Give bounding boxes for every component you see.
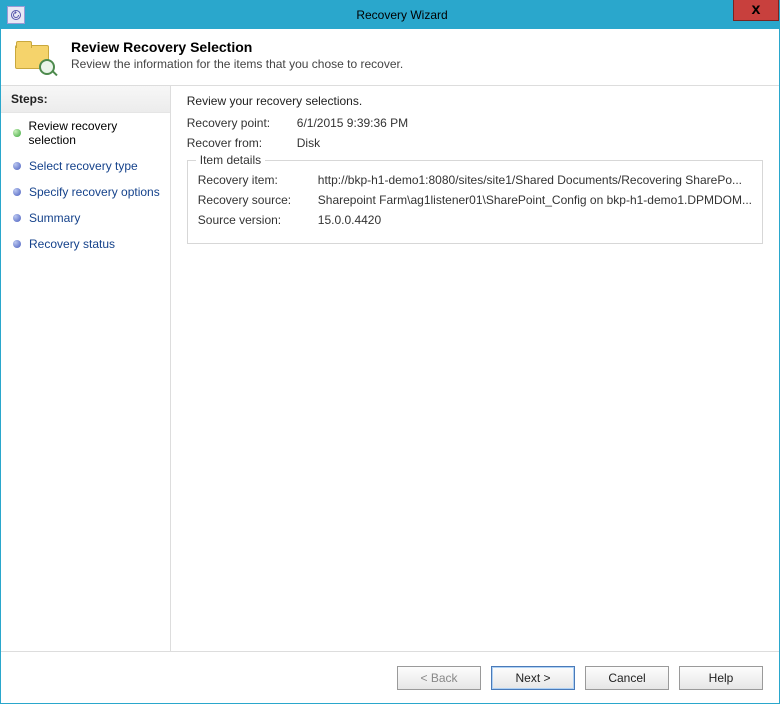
step-0[interactable]: Review recovery selection: [1, 113, 170, 153]
step-label: Review recovery selection: [29, 119, 160, 147]
steps-sidebar: Steps: Review recovery selection Select r…: [1, 86, 171, 651]
step-label: Specify recovery options: [29, 185, 160, 199]
next-button[interactable]: Next >: [491, 666, 575, 690]
step-bullet-icon: [13, 129, 21, 137]
recover-from-value: Disk: [297, 136, 763, 150]
intro-text: Review your recovery selections.: [187, 94, 763, 108]
recovery-point-value: 6/1/2015 9:39:36 PM: [297, 116, 763, 130]
page-title: Review Recovery Selection: [71, 39, 403, 55]
app-icon: [7, 6, 25, 24]
step-label: Summary: [29, 211, 80, 225]
step-3[interactable]: Summary: [1, 205, 170, 231]
steps-title: Steps:: [1, 86, 170, 113]
recover-from-label: Recover from:: [187, 136, 297, 150]
close-icon: x: [752, 1, 761, 19]
recovery-source-row: Recovery source: Sharepoint Farm\ag1list…: [198, 193, 752, 207]
step-2[interactable]: Specify recovery options: [1, 179, 170, 205]
step-1[interactable]: Select recovery type: [1, 153, 170, 179]
step-bullet-icon: [13, 162, 21, 170]
item-details-group: Item details Recovery item: http://bkp-h…: [187, 160, 763, 244]
content-panel: Review your recovery selections. Recover…: [171, 86, 779, 651]
close-button[interactable]: x: [733, 0, 779, 21]
back-button[interactable]: < Back: [397, 666, 481, 690]
wizard-footer: < Back Next > Cancel Help: [1, 651, 779, 703]
steps-list: Review recovery selection Select recovery…: [1, 113, 170, 257]
recovery-point-label: Recovery point:: [187, 116, 297, 130]
titlebar: Recovery Wizard x: [1, 1, 779, 29]
wizard-header: Review Recovery Selection Review the inf…: [1, 29, 779, 85]
step-label: Select recovery type: [29, 159, 138, 173]
page-subtitle: Review the information for the items tha…: [71, 57, 403, 71]
wizard-body: Steps: Review recovery selection Select r…: [1, 85, 779, 651]
header-text: Review Recovery Selection Review the inf…: [71, 39, 403, 71]
recovery-source-label: Recovery source:: [198, 193, 318, 207]
recovery-item-label: Recovery item:: [198, 173, 318, 187]
source-version-row: Source version: 15.0.0.4420: [198, 213, 752, 227]
step-bullet-icon: [13, 240, 21, 248]
recovery-source-value: Sharepoint Farm\ag1listener01\SharePoint…: [318, 193, 752, 207]
recover-from-row: Recover from: Disk: [187, 136, 763, 150]
source-version-label: Source version:: [198, 213, 318, 227]
recovery-item-value: http://bkp-h1-demo1:8080/sites/site1/Sha…: [318, 173, 752, 187]
step-bullet-icon: [13, 214, 21, 222]
step-4[interactable]: Recovery status: [1, 231, 170, 257]
item-details-legend: Item details: [196, 153, 265, 167]
folder-search-icon: [15, 41, 51, 71]
recovery-point-row: Recovery point: 6/1/2015 9:39:36 PM: [187, 116, 763, 130]
recovery-wizard-window: Recovery Wizard x Review Recovery Select…: [0, 0, 780, 704]
step-label: Recovery status: [29, 237, 115, 251]
recovery-item-row: Recovery item: http://bkp-h1-demo1:8080/…: [198, 173, 752, 187]
source-version-value: 15.0.0.4420: [318, 213, 752, 227]
help-button[interactable]: Help: [679, 666, 763, 690]
cancel-button[interactable]: Cancel: [585, 666, 669, 690]
step-bullet-icon: [13, 188, 21, 196]
window-title: Recovery Wizard: [25, 8, 779, 22]
